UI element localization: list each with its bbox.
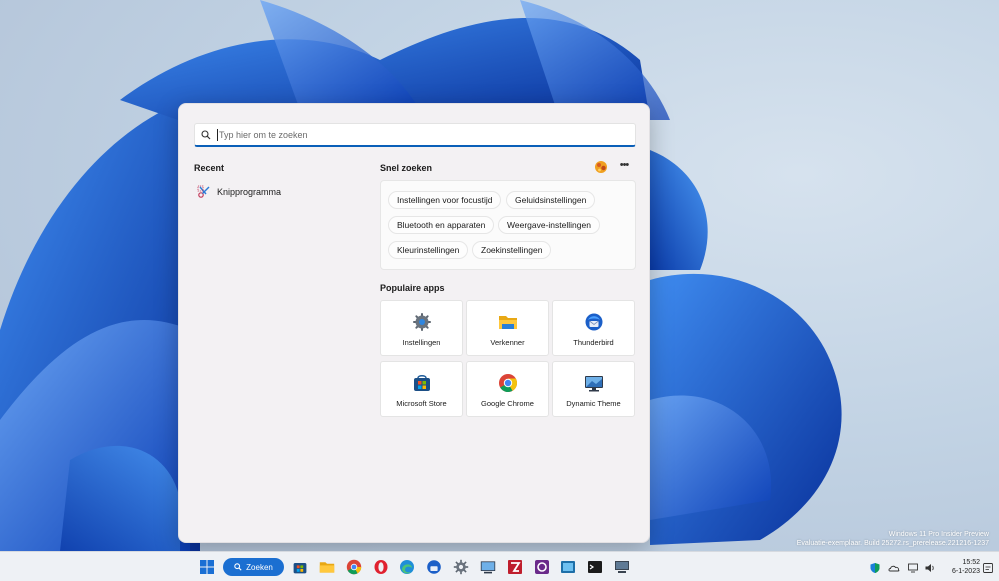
app-tile-microsoft-store[interactable]: Microsoft Store [380,361,463,417]
taskbar-search-label: Zoeken [246,562,273,572]
app-label: Thunderbird [573,337,614,347]
search-icon [234,563,242,571]
chip-zoek[interactable]: Zoekinstellingen [472,241,552,259]
network-tray-icon[interactable] [907,561,919,573]
app-label: Verkenner [490,337,525,347]
settings-gear-icon [412,312,432,332]
filezilla-taskbar-icon[interactable] [507,559,523,575]
dynamic-theme-taskbar-icon[interactable] [480,559,496,575]
start-button-icon[interactable] [199,559,215,575]
microsoft-store-icon [412,373,432,393]
settings-taskbar-icon[interactable] [453,559,469,575]
app-tile-verkenner[interactable]: Verkenner [466,300,549,356]
windows-watermark: Windows 11 Pro Insider Preview Evaluatie… [797,530,989,548]
chip-weergave[interactable]: Weergave-instellingen [498,216,600,234]
blue-app-taskbar-icon[interactable] [560,559,576,575]
search-box[interactable] [194,123,636,147]
chrome-taskbar-icon[interactable] [346,559,362,575]
taskbar-search-button[interactable]: Zoeken [223,558,284,576]
snipping-tool-icon [197,185,211,199]
app-label: Dynamic Theme [566,398,621,408]
watermark-line-2: Evaluatie-exemplaar. Build 25272.rs_prer… [796,540,989,547]
search-panel: Recent Knipprogramma Snel zoeken ••• Ins… [178,103,650,543]
terminal-taskbar-icon[interactable] [587,559,603,575]
app-tile-instellingen[interactable]: Instellingen [380,300,463,356]
quick-search-title: Snel zoeken [380,163,433,173]
clock-date: 6-1-2023 [951,568,980,575]
defender-tray-icon[interactable] [869,561,881,573]
recent-title: Recent [194,163,225,173]
app-tile-google-chrome[interactable]: Google Chrome [466,361,549,417]
app-tile-dynamic-theme[interactable]: Dynamic Theme [552,361,635,417]
more-options-icon[interactable]: ••• [616,159,632,175]
taskbar-clock[interactable]: 15:52 6-1-2023 [940,558,980,576]
taskbar: Zoeken 15:52 6-1-2023 [0,551,999,581]
chip-focustijd[interactable]: Instellingen voor focustijd [388,191,502,209]
clock-time: 15:52 [962,559,980,566]
file-explorer-taskbar-icon[interactable] [319,559,335,575]
thunderbird-icon [584,312,604,332]
notification-tray-icon[interactable] [982,561,994,573]
search-input[interactable] [217,128,617,141]
recent-item-label: Knipprogramma [217,187,282,197]
recent-item-knipprogramma[interactable]: Knipprogramma [197,183,347,201]
search-highlight-icon[interactable] [593,159,609,175]
chip-kleur[interactable]: Kleurinstellingen [388,241,469,259]
chip-geluid[interactable]: Geluidsinstellingen [506,191,596,209]
popular-apps-title: Populaire apps [380,283,445,293]
microsoft-store-taskbar-icon[interactable] [292,559,308,575]
onedrive-tray-icon[interactable] [888,561,900,573]
dynamic-theme-icon [584,373,604,393]
app-tile-thunderbird[interactable]: Thunderbird [552,300,635,356]
app-label: Instellingen [402,337,441,347]
chrome-icon [498,373,518,393]
file-explorer-icon [498,312,518,332]
opera-taskbar-icon[interactable] [373,559,389,575]
watermark-line-1: Windows 11 Pro Insider Preview [888,531,989,538]
edge-taskbar-icon[interactable] [399,559,415,575]
quick-search-card: Instellingen voor focustijd Geluidsinste… [380,180,636,270]
search-icon [195,129,217,140]
purple-app-taskbar-icon[interactable] [534,559,550,575]
computer-taskbar-icon[interactable] [614,559,630,575]
chip-bluetooth[interactable]: Bluetooth en apparaten [388,216,495,234]
app-label: Microsoft Store [396,398,447,408]
volume-tray-icon[interactable] [924,561,936,573]
app-label: Google Chrome [481,398,534,408]
thunderbird-taskbar-icon[interactable] [426,559,442,575]
